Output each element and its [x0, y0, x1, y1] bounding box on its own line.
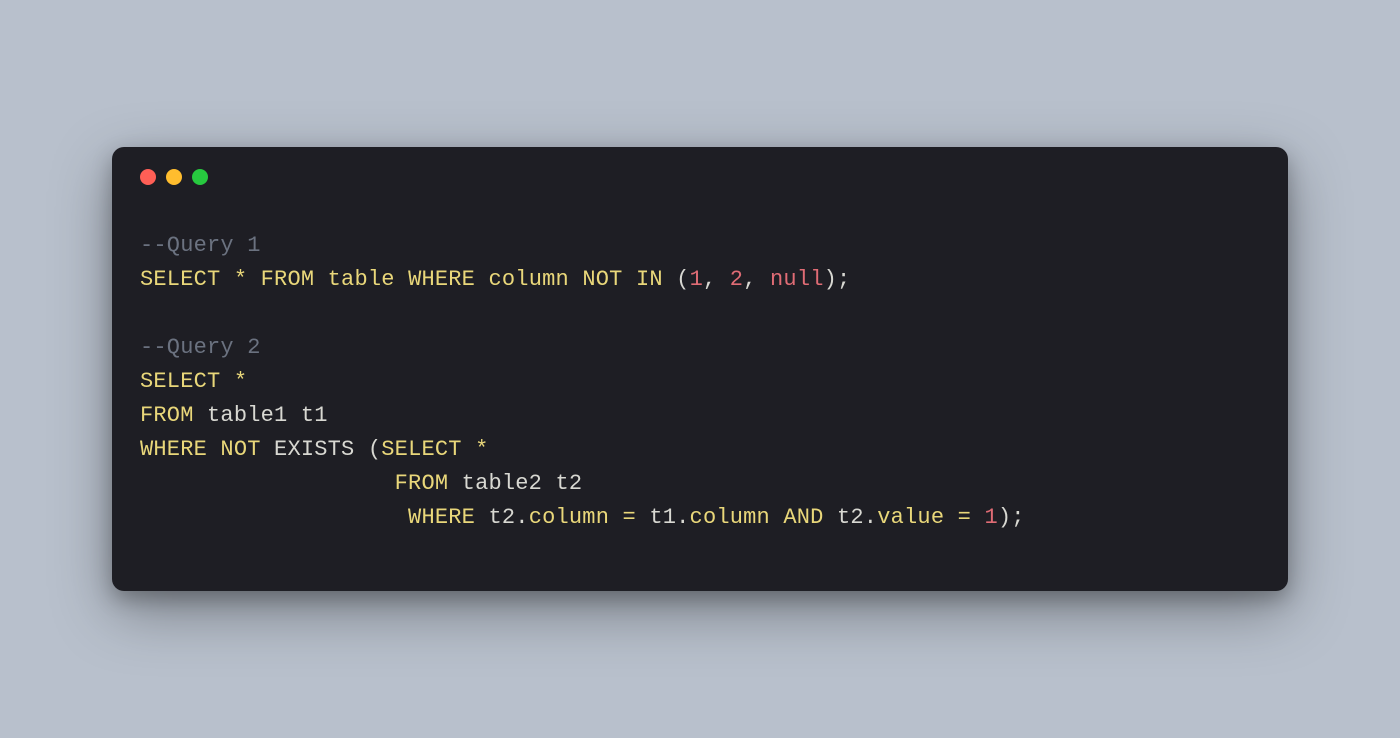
code-token: ); — [824, 267, 851, 292]
code-token: NOT — [220, 437, 260, 462]
code-token — [395, 267, 408, 292]
code-line: --Query 2 — [140, 331, 1260, 365]
code-token: SELECT — [381, 437, 461, 462]
code-line: WHERE NOT EXISTS (SELECT * — [140, 433, 1260, 467]
code-token — [462, 437, 475, 462]
close-icon[interactable] — [140, 169, 156, 185]
code-token — [207, 437, 220, 462]
code-token: table — [328, 267, 395, 292]
code-token: NOT — [582, 267, 622, 292]
minimize-icon[interactable] — [166, 169, 182, 185]
code-line: WHERE t2.column = t1.column AND t2.value… — [140, 501, 1260, 535]
code-token: * — [475, 437, 488, 462]
code-token: 1 — [984, 505, 997, 530]
window-titlebar — [112, 147, 1288, 185]
code-token — [247, 267, 260, 292]
code-token: WHERE — [140, 437, 207, 462]
code-token — [448, 471, 461, 496]
code-token: t2. — [488, 505, 528, 530]
code-token: SELECT — [140, 267, 220, 292]
code-token — [475, 505, 488, 530]
code-token: ( — [354, 437, 381, 462]
code-token: AND — [783, 505, 823, 530]
zoom-icon[interactable] — [192, 169, 208, 185]
code-token: FROM — [395, 471, 449, 496]
code-token — [944, 505, 957, 530]
code-token: --Query 2 — [140, 335, 261, 360]
code-token: WHERE — [408, 267, 475, 292]
code-token: t2. — [837, 505, 877, 530]
code-token — [636, 505, 649, 530]
code-token: 2 — [730, 267, 743, 292]
code-token: null — [770, 267, 824, 292]
code-token: SELECT — [140, 369, 220, 394]
code-token: FROM — [261, 267, 315, 292]
code-token: , — [703, 267, 730, 292]
code-token: column — [529, 505, 609, 530]
code-token: = — [623, 505, 636, 530]
code-block: --Query 1 SELECT * FROM table WHERE colum… — [112, 185, 1288, 592]
code-token: * — [234, 369, 247, 394]
code-line: SELECT * FROM table WHERE column NOT IN … — [140, 263, 1260, 297]
code-token — [569, 267, 582, 292]
code-token — [971, 505, 984, 530]
code-token: EXISTS — [274, 437, 354, 462]
code-line: FROM table2 t2 — [140, 467, 1260, 501]
code-token — [194, 403, 207, 428]
code-line: FROM table1 t1 — [140, 399, 1260, 433]
code-token — [220, 267, 233, 292]
code-token — [140, 505, 408, 530]
code-line: --Query 1 — [140, 229, 1260, 263]
code-token: 1 — [690, 267, 703, 292]
code-token: table2 t2 — [462, 471, 583, 496]
code-token: --Query 1 — [140, 233, 261, 258]
code-token — [609, 505, 622, 530]
code-line — [140, 297, 1260, 331]
code-token: , — [743, 267, 770, 292]
code-token — [770, 505, 783, 530]
code-token — [220, 369, 233, 394]
code-token: FROM — [140, 403, 194, 428]
code-token — [261, 437, 274, 462]
code-token: table1 t1 — [207, 403, 328, 428]
code-line: SELECT * — [140, 365, 1260, 399]
code-token: ( — [663, 267, 690, 292]
code-token: value — [877, 505, 944, 530]
code-token: column — [690, 505, 770, 530]
code-token: IN — [636, 267, 663, 292]
code-token: = — [958, 505, 971, 530]
code-token — [824, 505, 837, 530]
code-token: column — [489, 267, 569, 292]
code-token: * — [234, 267, 247, 292]
code-token: WHERE — [408, 505, 475, 530]
code-token — [140, 471, 395, 496]
code-token: t1. — [649, 505, 689, 530]
code-token — [475, 267, 488, 292]
code-token — [623, 267, 636, 292]
code-window: --Query 1 SELECT * FROM table WHERE colum… — [112, 147, 1288, 592]
code-token — [314, 267, 327, 292]
code-token: ); — [998, 505, 1025, 530]
